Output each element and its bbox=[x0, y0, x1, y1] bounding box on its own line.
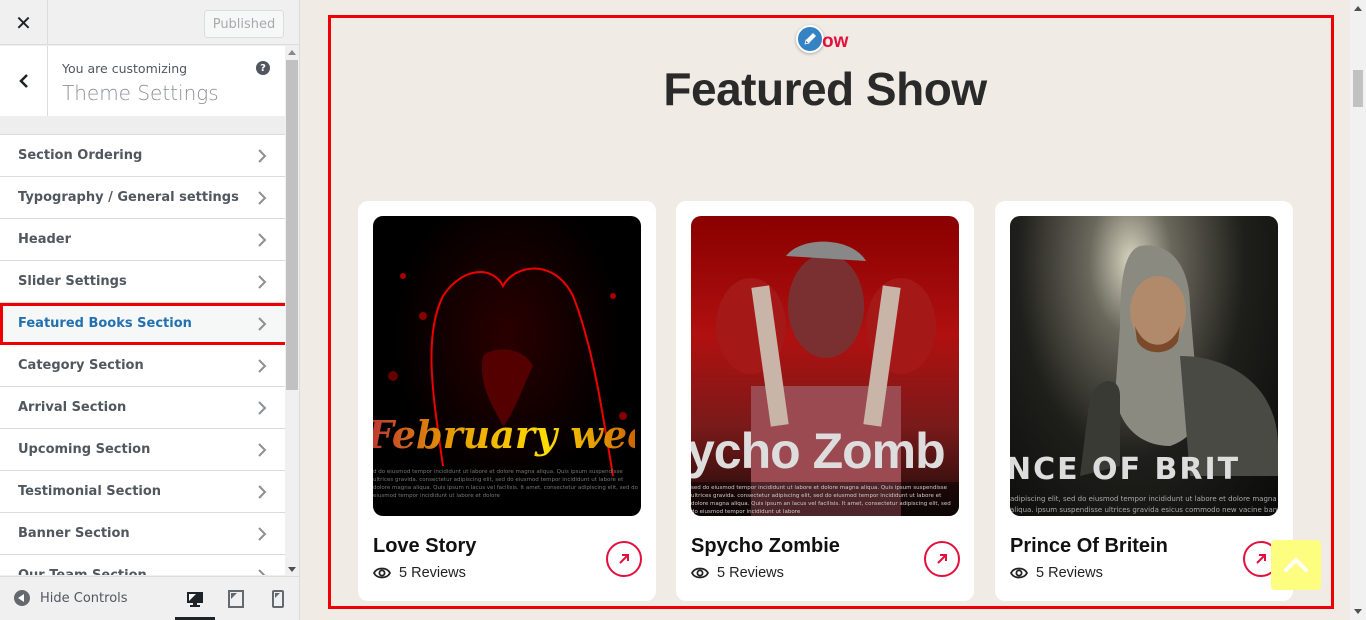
site-preview: ow Featured Show February week d do eius… bbox=[300, 0, 1350, 620]
show-poster-image[interactable]: February week d do eiusmod tempor incidi… bbox=[373, 216, 641, 516]
menu-item-label: Upcoming Section bbox=[18, 442, 151, 457]
preview-desktop-button[interactable] bbox=[175, 577, 215, 620]
show-card: ycho Zomb sed do eiusmod tempor incididu… bbox=[676, 201, 974, 601]
menu-item-testimonial[interactable]: Testimonial Section bbox=[0, 471, 285, 513]
eye-icon bbox=[691, 567, 709, 579]
scroll-down-arrow-icon[interactable] bbox=[1354, 609, 1362, 614]
poster-lorem-text: d do eiusmod tempor incididunt ut labore… bbox=[373, 469, 639, 499]
section-subtitle: ow bbox=[822, 31, 849, 52]
menu-item-label: Slider Settings bbox=[18, 274, 127, 289]
customize-info-panel: You are customizing Theme Settings ? bbox=[0, 46, 285, 116]
poster-lorem-text: adipiscing elit, sed do eiusmod tempor i… bbox=[1010, 495, 1278, 514]
poster-title-text: ycho Zomb bbox=[691, 423, 946, 479]
show-poster-image[interactable]: NCE OF BRIT adipiscing elit, sed do eius… bbox=[1010, 216, 1278, 516]
poster-title-text: February week bbox=[373, 412, 641, 457]
poster-title-text: NCE OF BRIT bbox=[1010, 452, 1241, 487]
mobile-icon bbox=[272, 590, 284, 608]
hide-controls-label: Hide Controls bbox=[40, 590, 128, 606]
menu-item-arrival[interactable]: Arrival Section bbox=[0, 387, 285, 429]
chevron-right-icon bbox=[258, 569, 266, 575]
menu-item-upcoming[interactable]: Upcoming Section bbox=[0, 429, 285, 471]
published-button[interactable]: Published bbox=[204, 10, 284, 38]
menu-item-label: Featured Books Section bbox=[18, 316, 192, 331]
sidebar-scrollbar[interactable] bbox=[285, 46, 299, 576]
collapse-arrow-icon bbox=[14, 590, 30, 606]
back-button[interactable] bbox=[0, 46, 48, 116]
menu-item-header[interactable]: Header bbox=[0, 219, 285, 261]
eye-icon bbox=[373, 567, 391, 579]
show-title[interactable]: Love Story bbox=[373, 535, 476, 558]
preview-mobile-button[interactable] bbox=[258, 577, 298, 620]
desktop-icon bbox=[187, 592, 203, 607]
show-reviews: 5 Reviews bbox=[1010, 565, 1103, 581]
menu-item-label: Arrival Section bbox=[18, 400, 127, 415]
customizing-title: Theme Settings bbox=[62, 81, 219, 105]
help-icon[interactable]: ? bbox=[256, 61, 270, 75]
section-title: Featured Show bbox=[663, 63, 987, 115]
chevron-right-icon bbox=[258, 359, 267, 373]
chevron-right-icon bbox=[258, 527, 267, 541]
hide-controls-button[interactable]: Hide Controls bbox=[14, 590, 128, 606]
show-title[interactable]: Prince Of Britein bbox=[1010, 535, 1168, 558]
customizer-footer: Hide Controls bbox=[0, 576, 299, 620]
menu-item-banner[interactable]: Banner Section bbox=[0, 513, 285, 555]
show-reviews: 5 Reviews bbox=[373, 565, 466, 581]
customizer-sidebar: ✕ Published You are customizing Theme Se… bbox=[0, 0, 300, 620]
close-customizer-button[interactable]: ✕ bbox=[0, 0, 48, 45]
chevron-right-icon bbox=[258, 149, 267, 163]
tablet-icon bbox=[228, 590, 244, 608]
menu-item-typography[interactable]: Typography / General settings bbox=[0, 177, 285, 219]
scroll-to-top-button[interactable] bbox=[1271, 540, 1321, 590]
pencil-icon bbox=[804, 33, 816, 45]
chevron-up-icon bbox=[1284, 557, 1308, 572]
preview-tablet-button[interactable] bbox=[216, 577, 256, 620]
menu-item-label: Section Ordering bbox=[18, 148, 143, 163]
preview-scrollbar[interactable] bbox=[1350, 0, 1366, 620]
menu-item-label: Banner Section bbox=[18, 526, 130, 541]
arrow-up-right-icon bbox=[1256, 554, 1266, 564]
chevron-right-icon bbox=[258, 443, 267, 457]
chevron-left-icon bbox=[18, 74, 28, 88]
chevron-right-icon bbox=[258, 485, 267, 499]
reviews-count: 5 Reviews bbox=[717, 565, 784, 581]
customizer-header: ✕ Published bbox=[0, 0, 299, 45]
show-title[interactable]: Spycho Zombie bbox=[691, 535, 840, 558]
show-poster-image[interactable]: ycho Zomb sed do eiusmod tempor incididu… bbox=[691, 216, 959, 516]
show-card: February week d do eiusmod tempor incidi… bbox=[358, 201, 656, 601]
edit-shortcut-button[interactable] bbox=[796, 25, 824, 53]
menu-item-slider-settings[interactable]: Slider Settings bbox=[0, 261, 285, 303]
chevron-right-icon bbox=[258, 401, 267, 415]
menu-item-label: Header bbox=[18, 232, 72, 247]
menu-item-label: Our Team Section bbox=[18, 568, 147, 575]
menu-item-section-ordering[interactable]: Section Ordering bbox=[0, 135, 285, 177]
chevron-right-icon bbox=[258, 191, 267, 205]
show-reviews: 5 Reviews bbox=[691, 565, 784, 581]
preview-scrollbar-thumb[interactable] bbox=[1353, 70, 1363, 107]
menu-item-category[interactable]: Category Section bbox=[0, 345, 285, 387]
chevron-right-icon bbox=[258, 275, 267, 289]
eye-icon bbox=[1010, 567, 1028, 579]
close-icon: ✕ bbox=[15, 10, 32, 35]
sidebar-scrollbar-thumb[interactable] bbox=[286, 60, 298, 390]
arrow-up-right-icon bbox=[619, 554, 629, 564]
menu-item-label: Category Section bbox=[18, 358, 144, 373]
customizing-label: You are customizing bbox=[62, 61, 188, 76]
menu-item-featured-books[interactable]: Featured Books Section bbox=[0, 303, 285, 345]
reviews-count: 5 Reviews bbox=[1036, 565, 1103, 581]
chevron-right-icon bbox=[258, 317, 267, 331]
open-show-button[interactable] bbox=[606, 541, 642, 577]
open-show-button[interactable] bbox=[924, 541, 960, 577]
scroll-up-arrow-icon[interactable] bbox=[288, 50, 296, 55]
scroll-down-arrow-icon[interactable] bbox=[288, 567, 296, 572]
section-menu: Section Ordering Typography / General se… bbox=[0, 134, 285, 575]
menu-item-label: Testimonial Section bbox=[18, 484, 162, 499]
arrow-up-right-icon bbox=[937, 554, 947, 564]
poster-lorem-text: sed do eiusmod tempor incididunt ut labo… bbox=[691, 482, 959, 516]
chevron-right-icon bbox=[258, 233, 267, 247]
scroll-up-arrow-icon[interactable] bbox=[1354, 6, 1362, 11]
reviews-count: 5 Reviews bbox=[399, 565, 466, 581]
show-card: NCE OF BRIT adipiscing elit, sed do eius… bbox=[995, 201, 1293, 601]
menu-item-label: Typography / General settings bbox=[18, 190, 239, 205]
menu-item-our-team[interactable]: Our Team Section bbox=[0, 555, 285, 575]
